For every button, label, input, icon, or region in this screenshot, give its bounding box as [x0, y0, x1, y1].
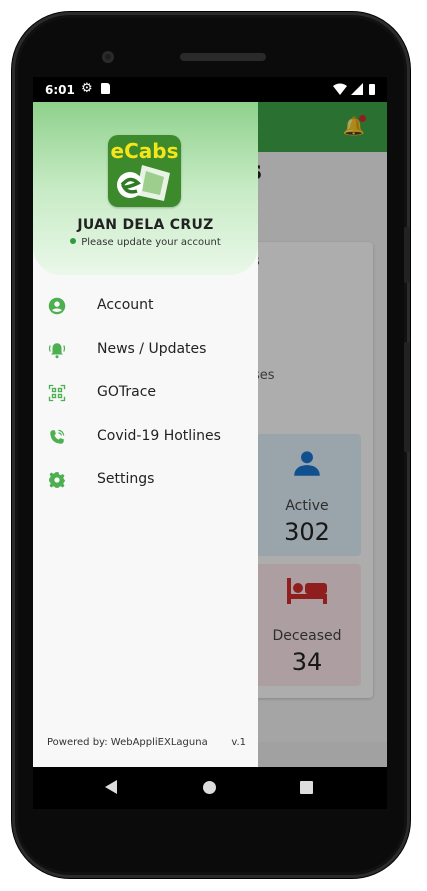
powered-by-text: Powered by: WebAppliEXLaguna: [47, 737, 208, 748]
bell-icon: [48, 342, 66, 358]
menu-item-news-updates[interactable]: News / Updates: [33, 329, 258, 373]
settings-status-icon: ⚙: [81, 81, 93, 96]
phone-icon: [50, 429, 65, 444]
menu-item-gotrace[interactable]: GOTrace: [33, 372, 258, 416]
menu-label-settings: Settings: [97, 471, 155, 487]
menu-item-account[interactable]: Account: [33, 285, 258, 329]
power-button: [404, 342, 410, 452]
account-status-text: Please update your account: [81, 237, 221, 248]
status-dot: [70, 238, 77, 244]
status-bar: 6:01 ⚙: [33, 77, 387, 102]
earpiece-speaker: [180, 53, 266, 61]
gear-icon: [49, 472, 65, 488]
home-button[interactable]: [203, 781, 216, 794]
menu-label-news-updates: News / Updates: [97, 340, 207, 357]
signal-icon: [351, 83, 363, 95]
menu-item-settings[interactable]: Settings: [33, 459, 258, 503]
drawer-header: eCabs JUAN DELA CRUZ Please update your …: [33, 102, 258, 275]
qr-code-icon: [48, 384, 66, 402]
recent-apps-button[interactable]: [300, 781, 313, 794]
wifi-icon: [333, 83, 347, 95]
back-button[interactable]: [105, 780, 117, 794]
ecabs-logo: eCabs: [108, 135, 181, 207]
user-name: JUAN DELA CRUZ: [77, 217, 214, 233]
battery-icon: [369, 84, 375, 95]
account-icon: [48, 297, 66, 315]
account-status: Please update your account: [33, 237, 258, 248]
navigation-drawer: eCabs JUAN DELA CRUZ Please update your …: [33, 102, 258, 767]
drawer-menu: Account News / Updates GOTrace Covid-19 …: [33, 285, 258, 503]
menu-item-covid-hotlines[interactable]: Covid-19 Hotlines: [33, 416, 258, 460]
menu-label-account: Account: [97, 297, 154, 313]
drawer-footer: Powered by: WebAppliEXLaguna v.1: [47, 737, 246, 748]
app-version: v.1: [231, 737, 246, 748]
front-camera: [102, 51, 114, 63]
logo-text: eCabs: [110, 139, 179, 163]
volume-button: [404, 227, 410, 283]
sd-card-icon: [101, 83, 110, 94]
system-navigation-bar: [33, 767, 387, 809]
screen: 6:01 ⚙ 🔔 tistics y s ses Active 302: [33, 77, 387, 767]
status-time: 6:01: [45, 83, 75, 97]
menu-label-gotrace: GOTrace: [97, 384, 157, 400]
menu-label-covid-hotlines: Covid-19 Hotlines: [97, 427, 221, 444]
